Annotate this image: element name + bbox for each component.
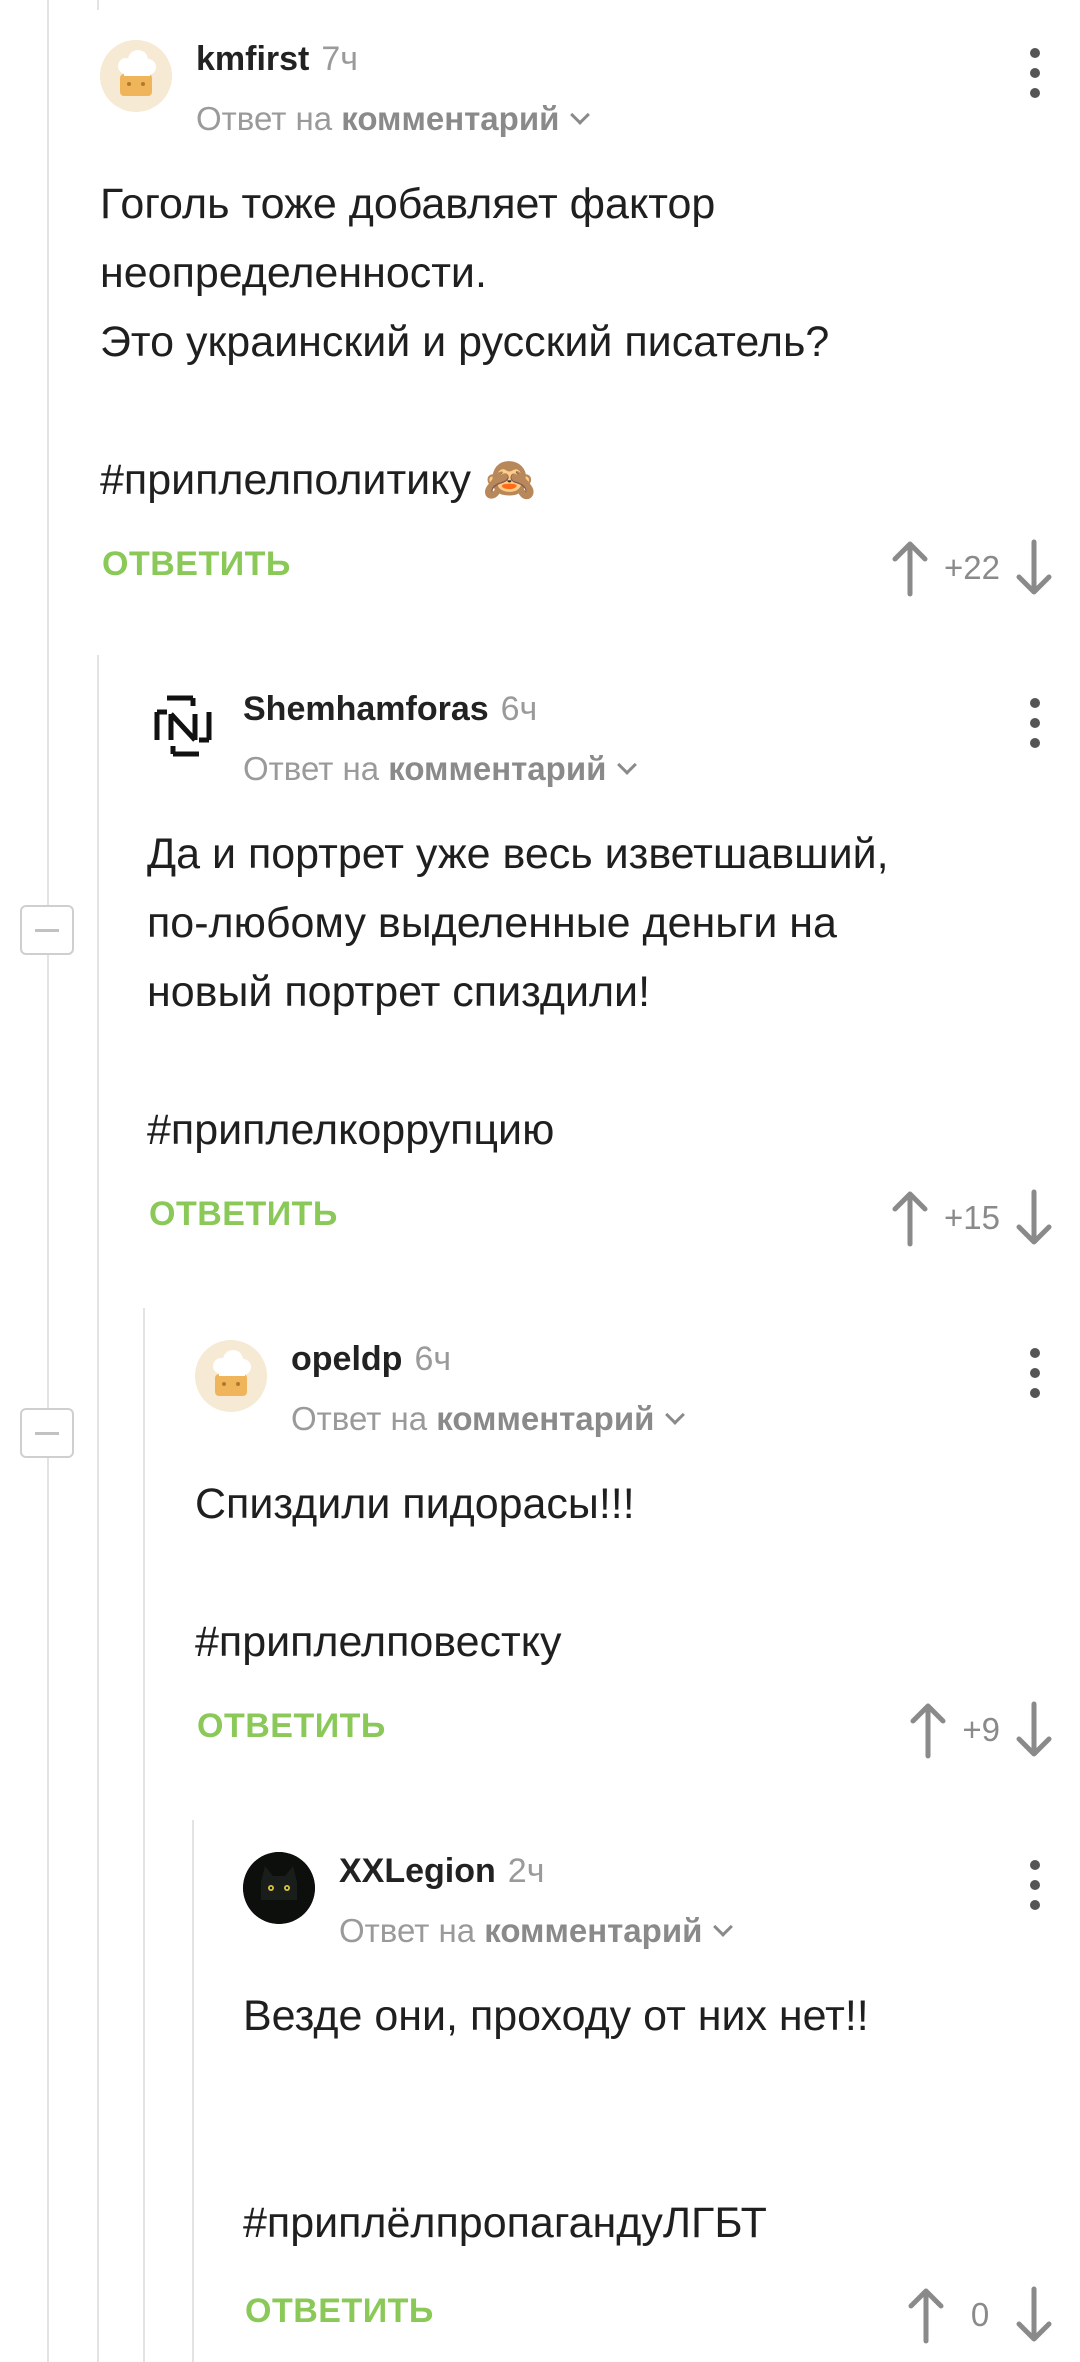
comment-text-line: новый портрет спиздили! [147, 968, 651, 1016]
author-name[interactable]: opeldp [291, 1340, 402, 1378]
collapse-thread-button-2[interactable] [20, 1408, 74, 1458]
hashtag[interactable]: #приплелкоррупцию [147, 1106, 554, 1154]
more-vertical-icon[interactable] [1028, 698, 1042, 748]
comment-time: 6ч [414, 1340, 452, 1378]
thread-line-level-3 [192, 1820, 194, 2362]
reply-to-line[interactable]: Ответ на комментарий [196, 100, 591, 138]
reply-button[interactable]: ОТВЕТИТЬ [245, 2292, 434, 2331]
vote-controls: +22 [890, 538, 1054, 598]
default-avatar-icon [100, 40, 172, 112]
arrow-up-icon[interactable] [890, 1188, 930, 1248]
chevron-down-icon[interactable] [617, 755, 638, 775]
arrow-up-icon[interactable] [906, 2285, 946, 2345]
author-line: Shemhamforas 6ч [243, 690, 537, 729]
comment-text: Гоголь тоже добавляет фактор неопределен… [100, 170, 829, 515]
collapse-thread-button-1[interactable] [20, 905, 74, 955]
arrow-down-icon[interactable] [1014, 1700, 1054, 1760]
arrow-down-icon[interactable] [1014, 538, 1054, 598]
reply-target-link[interactable]: комментарий [484, 1912, 702, 1949]
hashtag-line: #приплёлпропагандуЛГБТ [243, 2189, 869, 2258]
chevron-down-icon[interactable] [570, 105, 591, 125]
more-vertical-icon[interactable] [1028, 1348, 1042, 1398]
author-line: opeldp 6ч [291, 1340, 451, 1379]
avatar[interactable] [243, 1852, 315, 1924]
monkey-emoji: 🙈 [482, 456, 537, 504]
arrow-down-icon[interactable] [1014, 1188, 1054, 1248]
hashtag[interactable]: #приплелполитику [100, 456, 471, 504]
thread-line-top-stub [97, 0, 99, 10]
comment-text-line: Спиздили пидорасы!!! [195, 1480, 635, 1528]
comment-time: 2ч [507, 1852, 545, 1890]
hashtag-line: #приплелповестку [195, 1608, 635, 1677]
chevron-down-icon[interactable] [713, 1917, 734, 1937]
vote-score: +9 [962, 1711, 1000, 1748]
vote-controls: 0 [906, 2285, 1054, 2345]
arrow-down-icon[interactable] [1014, 2285, 1054, 2345]
arrow-up-icon[interactable] [908, 1700, 948, 1760]
comment-text-line: Гоголь тоже добавляет фактор [100, 180, 716, 228]
hashtag-line: #приплелполитику 🙈 [100, 446, 829, 515]
arrow-up-icon[interactable] [890, 538, 930, 598]
avatar[interactable] [100, 40, 172, 112]
vote-score: +15 [944, 1199, 1000, 1236]
reply-prefix: Ответ на [196, 100, 333, 137]
comment-text: Да и портрет уже весь изветшавший, по-лю… [147, 820, 889, 1165]
black-cat-avatar-icon [243, 1852, 315, 1924]
reply-target-link[interactable]: комментарий [388, 750, 606, 787]
comment-text-line: неопределенности. [100, 249, 487, 297]
comment-text-line: по-любому выделенные деньги на [147, 899, 837, 947]
reply-button[interactable]: ОТВЕТИТЬ [102, 545, 291, 584]
default-avatar-icon [195, 1340, 267, 1412]
reply-target-link[interactable]: комментарий [341, 100, 559, 137]
hashtag-line: #приплелкоррупцию [147, 1096, 889, 1165]
comment-xxlegion: XXLegion 2ч Ответ на комментарий Везде он… [243, 1852, 1080, 2352]
rammstein-logo-avatar-icon [154, 695, 212, 757]
vote-controls: +15 [890, 1188, 1054, 1248]
more-vertical-icon[interactable] [1028, 1860, 1042, 1910]
chevron-down-icon[interactable] [665, 1405, 686, 1425]
author-line: XXLegion 2ч [339, 1852, 544, 1891]
comment-text-line: Везде они, проходу от них нет!! [243, 1992, 869, 2040]
reply-target-link[interactable]: комментарий [436, 1400, 654, 1437]
reply-button[interactable]: ОТВЕТИТЬ [149, 1195, 338, 1234]
vote-score: +22 [944, 549, 1000, 586]
comment-text-line: Да и портрет уже весь изветшавший, [147, 830, 889, 878]
reply-to-line[interactable]: Ответ на комментарий [291, 1400, 686, 1438]
avatar[interactable] [147, 690, 219, 762]
comment-time: 6ч [500, 690, 538, 728]
thread-line-level-2 [143, 1308, 145, 2362]
comment-kmfirst: kmfirst 7ч Ответ на комментарий Гоголь то… [100, 40, 1080, 600]
comment-shemhamforas: Shemhamforas 6ч Ответ на комментарий Да и… [147, 690, 1080, 1250]
author-name[interactable]: kmfirst [196, 40, 309, 78]
reply-prefix: Ответ на [291, 1400, 428, 1437]
comment-text-line: Это украинский и русский писатель? [100, 318, 830, 366]
reply-to-line[interactable]: Ответ на комментарий [339, 1912, 734, 1950]
reply-prefix: Ответ на [339, 1912, 476, 1949]
more-vertical-icon[interactable] [1028, 48, 1042, 98]
hashtag[interactable]: #приплелповестку [195, 1618, 562, 1666]
comment-opeldp: opeldp 6ч Ответ на комментарий Спиздили п… [195, 1340, 1080, 1760]
vote-controls: +9 [908, 1700, 1054, 1760]
author-name[interactable]: Shemhamforas [243, 690, 489, 728]
reply-button[interactable]: ОТВЕТИТЬ [197, 1707, 386, 1746]
comment-text: Везде они, проходу от них нет!! #приплёл… [243, 1982, 869, 2258]
thread-line-level-0 [47, 0, 49, 2362]
comment-text: Спиздили пидорасы!!! #приплелповестку [195, 1470, 635, 1677]
reply-to-line[interactable]: Ответ на комментарий [243, 750, 638, 788]
reply-prefix: Ответ на [243, 750, 380, 787]
vote-score: 0 [970, 2296, 990, 2333]
avatar[interactable] [195, 1340, 267, 1412]
hashtag[interactable]: #приплёлпропагандуЛГБТ [243, 2199, 767, 2247]
author-line: kmfirst 7ч [196, 40, 358, 79]
thread-line-level-1 [97, 655, 99, 2362]
author-name[interactable]: XXLegion [339, 1852, 496, 1890]
comment-time: 7ч [321, 40, 358, 78]
